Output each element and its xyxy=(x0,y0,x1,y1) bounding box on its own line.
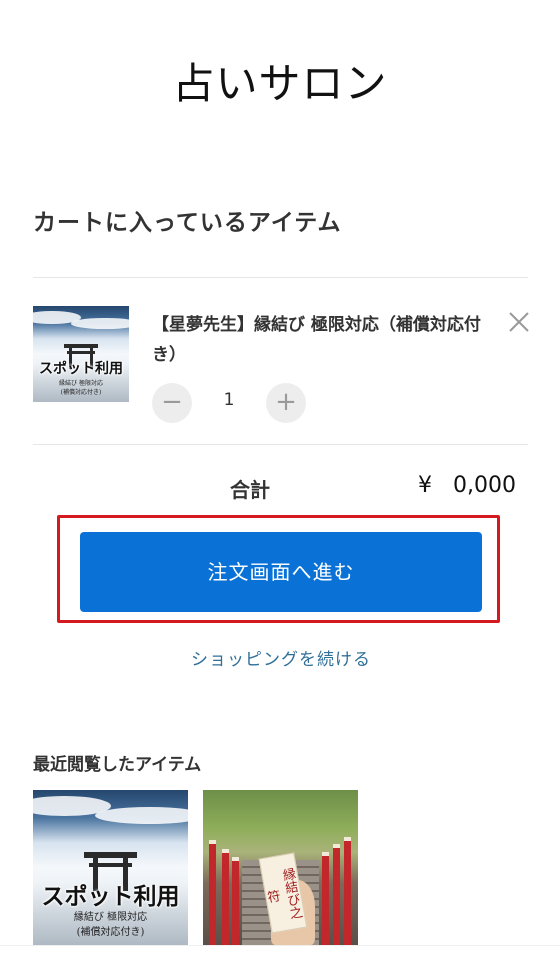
quantity-value: 1 xyxy=(223,390,235,410)
recent-item-thumbnail[interactable]: スポット利用 縁結び 極限対応 (補償対応付き) xyxy=(33,790,188,945)
quantity-increase-button[interactable]: + xyxy=(266,383,306,423)
cart-page: 占いサロン カートに入っているアイテム スポット利用 縁結び 極限対応 (補償対… xyxy=(0,0,560,980)
recently-viewed-heading: 最近閲覧したアイテム xyxy=(33,755,202,775)
quantity-decrease-button[interactable]: − xyxy=(152,383,192,423)
thumbnail-title-text: スポット利用 xyxy=(39,360,123,377)
thumbnail-subtitle: 縁結び 極限対応 xyxy=(73,911,148,923)
cart-heading: カートに入っているアイテム xyxy=(33,210,342,236)
divider xyxy=(33,277,528,278)
total-label: 合計 xyxy=(230,478,270,502)
minus-icon: − xyxy=(161,387,183,417)
divider xyxy=(33,444,528,445)
plus-icon: + xyxy=(275,387,297,417)
thumbnail-subtitle: (補償対応付き) xyxy=(60,388,102,396)
thumbnail-title-text: スポット利用 xyxy=(41,882,180,910)
total-amount: ¥ 0,000 xyxy=(418,473,516,498)
thumbnail-subtitle: (補償対応付き) xyxy=(76,927,145,939)
checkout-button[interactable]: 注文画面へ進む xyxy=(80,532,482,612)
close-icon xyxy=(509,312,529,332)
continue-shopping-link[interactable]: ショッピングを続ける xyxy=(0,645,560,670)
recent-item-thumbnail[interactable]: 縁結び之符 xyxy=(203,790,358,945)
bottom-divider xyxy=(0,945,560,946)
cart-item-name[interactable]: 【星夢先生】縁結び 極限対応（補償対応付き） xyxy=(152,310,492,370)
store-title[interactable]: 占いサロン xyxy=(0,50,560,111)
cart-item-thumbnail[interactable]: スポット利用 縁結び 極限対応 (補償対応付き) xyxy=(33,306,129,402)
remove-item-button[interactable] xyxy=(506,309,532,335)
